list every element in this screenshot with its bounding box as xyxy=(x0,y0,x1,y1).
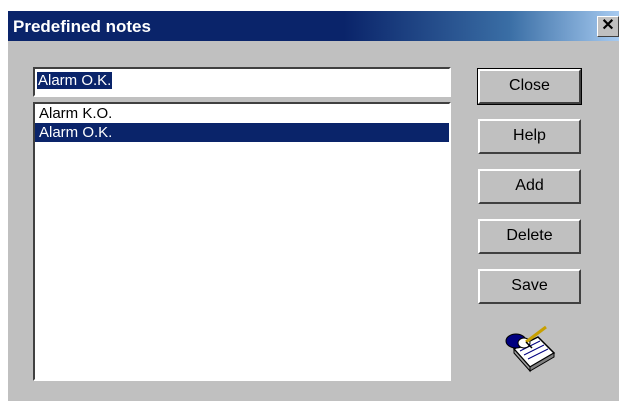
delete-button[interactable]: Delete xyxy=(478,219,581,254)
add-button[interactable]: Add xyxy=(478,169,581,204)
list-item-selected[interactable]: Alarm O.K. xyxy=(35,123,449,142)
note-text-value: Alarm O.K. xyxy=(37,72,113,89)
help-button[interactable]: Help xyxy=(478,119,581,154)
notes-listbox[interactable]: Alarm K.O. Alarm O.K. xyxy=(33,102,451,381)
predefined-notes-dialog: Predefined notes ✕ Alarm O.K. Alarm K.O.… xyxy=(8,11,619,401)
title-bar[interactable]: Predefined notes ✕ xyxy=(8,11,619,41)
save-button[interactable]: Save xyxy=(478,269,581,304)
window-title: Predefined notes xyxy=(13,17,151,36)
note-text-input[interactable]: Alarm O.K. xyxy=(33,67,451,97)
list-item[interactable]: Alarm K.O. xyxy=(35,104,449,123)
close-button[interactable]: Close xyxy=(477,68,582,105)
notepad-pen-icon xyxy=(505,325,556,373)
close-icon[interactable]: ✕ xyxy=(597,16,619,37)
